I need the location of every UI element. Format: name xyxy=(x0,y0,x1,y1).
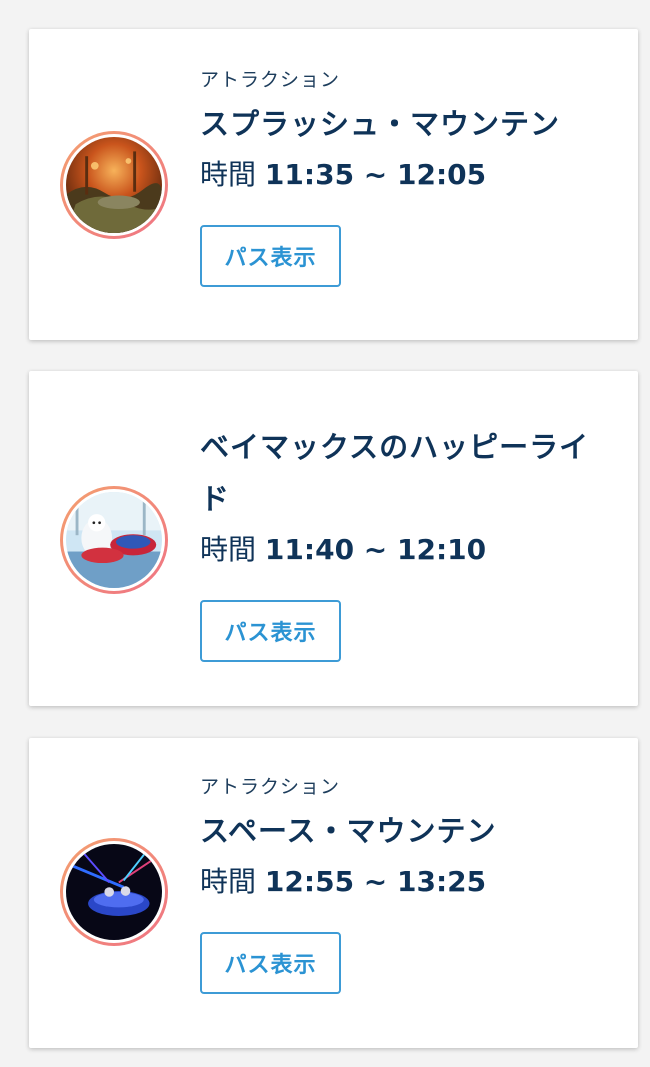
time-range: 12:55 ~ 13:25 xyxy=(264,865,487,898)
attraction-category: アトラクション xyxy=(200,776,341,798)
attraction-name: ベイマックスのハッピーライド xyxy=(200,430,590,516)
attraction-thumbnail xyxy=(60,838,168,946)
time-label: 時間 xyxy=(200,158,257,191)
time-label: 時間 xyxy=(200,533,257,566)
reservation-time: 時間 11:35 ~ 12:05 xyxy=(200,155,618,195)
reservation-time: 時間 12:55 ~ 13:25 xyxy=(200,862,618,902)
reservation-time: 時間 11:40 ~ 12:10 xyxy=(200,530,618,570)
show-pass-button[interactable]: パス表示 xyxy=(200,932,341,994)
attraction-thumbnail xyxy=(60,131,168,239)
show-pass-button[interactable]: パス表示 xyxy=(200,600,341,662)
attraction-name: スプラッシュ・マウンテン xyxy=(200,107,561,141)
space-mountain-photo-icon xyxy=(66,844,162,940)
time-range: 11:35 ~ 12:05 xyxy=(264,158,487,191)
attraction-thumbnail xyxy=(60,486,168,594)
splash-mountain-photo-icon xyxy=(66,137,162,233)
baymax-happy-ride-photo-icon xyxy=(66,492,162,588)
time-label: 時間 xyxy=(200,865,257,898)
reservation-card: アトラクション スプラッシュ・マウンテン 時間 11:35 ~ 12:05 パス… xyxy=(29,29,638,340)
show-pass-button[interactable]: パス表示 xyxy=(200,225,341,287)
attraction-name: スペース・マウンテン xyxy=(200,814,497,848)
reservation-card: ベイマックスのハッピーライド 時間 11:40 ~ 12:10 パス表示 xyxy=(29,371,638,706)
time-range: 11:40 ~ 12:10 xyxy=(264,533,487,566)
attraction-category: アトラクション xyxy=(200,69,341,91)
reservation-card: アトラクション スペース・マウンテン 時間 12:55 ~ 13:25 パス表示 xyxy=(29,738,638,1048)
